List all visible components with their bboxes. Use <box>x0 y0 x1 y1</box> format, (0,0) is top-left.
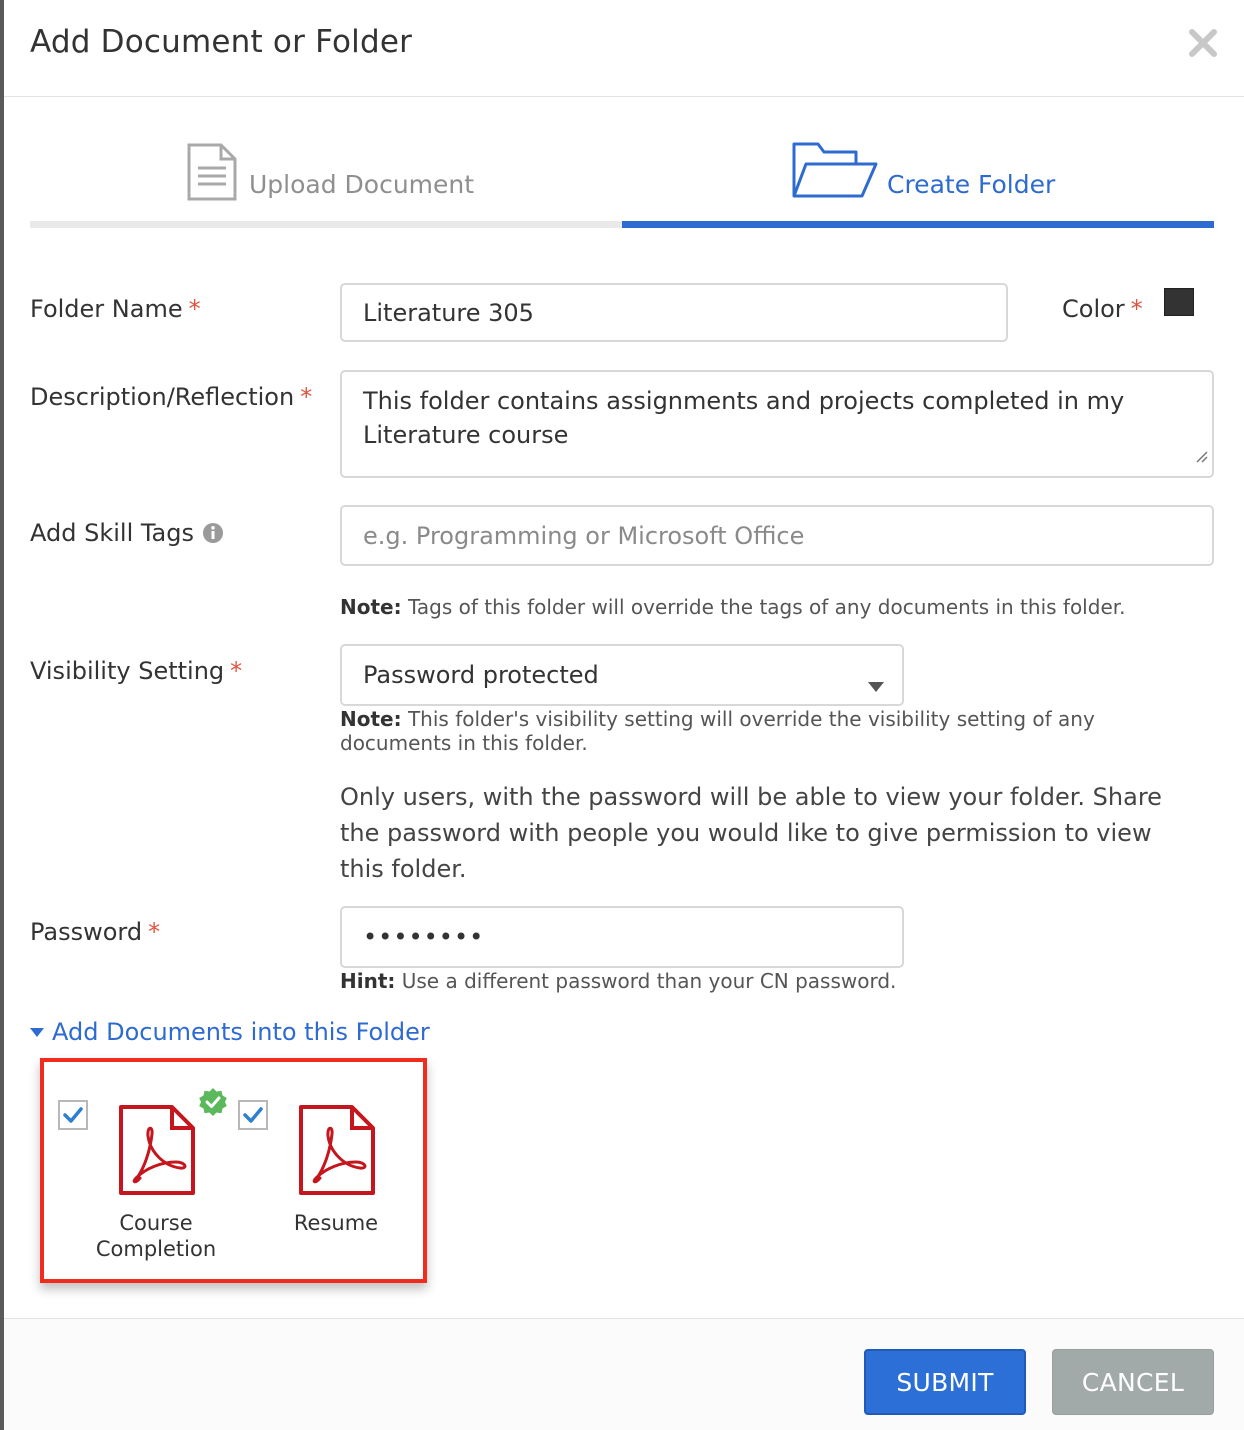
dialog-header: Add Document or Folder <box>4 0 1244 97</box>
tab-upload-document[interactable]: Upload Document <box>30 130 622 228</box>
password-label: Password * <box>30 918 161 946</box>
required-mark: * <box>188 295 201 323</box>
documents-selection-box: Course Completion Resume <box>40 1058 427 1283</box>
tab-create-label: Create Folder <box>887 170 1056 199</box>
checkmark-icon <box>63 1107 83 1123</box>
required-mark: * <box>1130 295 1143 323</box>
password-input[interactable]: •••••••• <box>340 906 904 968</box>
folder-name-value: Literature 305 <box>363 298 534 327</box>
document-checkbox[interactable] <box>58 1100 88 1130</box>
description-value: This folder contains assignments and pro… <box>363 387 1125 449</box>
description-label: Description/Reflection * <box>30 383 313 411</box>
password-value: •••••••• <box>363 923 485 951</box>
visibility-select[interactable]: Password protected <box>340 644 904 706</box>
document-name: Resume <box>293 1211 379 1235</box>
caret-down-icon <box>30 1027 44 1037</box>
visibility-value: Password protected <box>363 661 599 689</box>
pdf-icon <box>118 1104 196 1200</box>
visibility-label: Visibility Setting * <box>30 657 243 685</box>
visibility-note: Note: This folder's visibility setting w… <box>340 707 1095 755</box>
add-document-dialog: Add Document or Folder Upload Document C… <box>4 0 1244 1430</box>
skill-tags-input[interactable]: e.g. Programming or Microsoft Office <box>340 505 1214 566</box>
document-icon <box>185 142 239 206</box>
folder-name-input[interactable]: Literature 305 <box>340 283 1008 342</box>
add-documents-toggle[interactable]: Add Documents into this Folder <box>30 1018 430 1046</box>
chevron-down-icon <box>868 670 884 698</box>
dialog-footer: SUBMIT CANCEL <box>4 1318 1244 1430</box>
skill-tags-note: Note: Tags of this folder will override … <box>340 595 1126 619</box>
required-mark: * <box>148 918 161 946</box>
add-documents-toggle-label: Add Documents into this Folder <box>52 1018 430 1046</box>
tab-upload-label: Upload Document <box>249 170 475 199</box>
tab-create-folder[interactable]: Create Folder <box>622 130 1214 228</box>
description-textarea[interactable]: This folder contains assignments and pro… <box>340 370 1214 478</box>
visibility-info: Only users, with the password will be ab… <box>340 783 1162 883</box>
document-checkbox[interactable] <box>238 1100 268 1130</box>
tab-bar: Upload Document Create Folder <box>30 130 1214 228</box>
tab-upload-indicator <box>30 221 622 228</box>
checkmark-icon <box>243 1107 263 1123</box>
color-swatch[interactable] <box>1164 288 1194 316</box>
pdf-icon <box>298 1104 376 1200</box>
dialog-title: Add Document or Folder <box>30 24 413 60</box>
document-item[interactable]: Resume <box>224 1062 404 1279</box>
required-mark: * <box>230 657 243 685</box>
cancel-button[interactable]: CANCEL <box>1052 1349 1214 1415</box>
close-icon[interactable] <box>1188 24 1218 60</box>
folder-icon <box>792 140 878 204</box>
password-hint: Hint: Use a different password than your… <box>340 969 897 993</box>
skill-tags-label: Add Skill Tags <box>30 519 224 547</box>
color-label: Color * <box>1062 295 1143 323</box>
folder-name-label: Folder Name * <box>30 295 201 323</box>
document-item[interactable]: Course Completion <box>44 1062 227 1279</box>
required-mark: * <box>300 383 313 411</box>
resize-handle-icon[interactable] <box>1194 438 1208 472</box>
info-icon[interactable] <box>202 522 224 544</box>
tab-create-indicator <box>622 221 1214 228</box>
submit-button[interactable]: SUBMIT <box>864 1349 1026 1415</box>
skill-tags-placeholder: e.g. Programming or Microsoft Office <box>363 521 805 550</box>
